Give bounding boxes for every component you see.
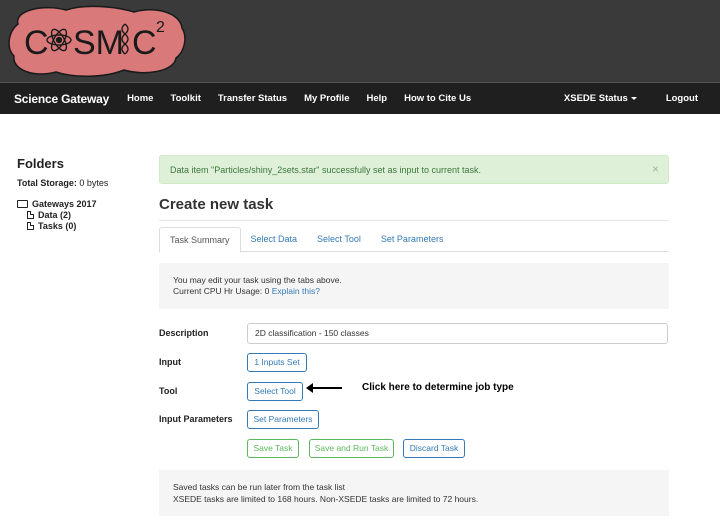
svg-text:SM: SM	[73, 24, 124, 62]
xsede-status-label: XSEDE Status	[563, 93, 628, 104]
tab-select-data[interactable]: Select Data	[241, 227, 308, 252]
cpu-usage-text: Current CPU Hr Usage: 0	[173, 286, 270, 296]
annotation-text: Click here to determine job type	[362, 382, 514, 393]
xsede-status-dropdown[interactable]: XSEDE Status	[564, 93, 637, 104]
task-limits-note: Saved tasks can be run later from the ta…	[159, 470, 669, 516]
set-parameters-button[interactable]: Set Parameters	[247, 410, 319, 429]
input-parameters-label: Input Parameters	[159, 414, 233, 424]
nav-my-profile[interactable]: My Profile	[304, 93, 349, 104]
storage-value: 0 bytes	[79, 178, 109, 188]
folder-tree: Gateways 2017 Data (2) Tasks (0)	[17, 198, 147, 231]
tab-set-parameters[interactable]: Set Parameters	[371, 227, 454, 252]
svg-text:2: 2	[156, 19, 165, 36]
info-well: You may edit your task using the tabs ab…	[159, 263, 669, 309]
folders-sidebar: Folders Total Storage: 0 bytes Gateways …	[17, 156, 147, 231]
svg-text:C: C	[132, 24, 157, 62]
folder-label: Gateways 2017	[32, 198, 97, 209]
page-title: Create new task	[159, 196, 274, 213]
caret-down-icon	[630, 96, 637, 100]
brand-link[interactable]: Science Gateway	[14, 92, 109, 106]
folder-item-data[interactable]: Data (2)	[17, 209, 147, 220]
nav-toolkit[interactable]: Toolkit	[170, 93, 200, 104]
logout-link[interactable]: Logout	[666, 93, 698, 104]
nav-home[interactable]: Home	[127, 93, 153, 104]
top-navbar: Science Gateway Home Toolkit Transfer St…	[0, 82, 720, 114]
select-tool-button[interactable]: Select Tool	[247, 382, 303, 401]
input-label: Input	[159, 357, 181, 367]
info-line-2: Current CPU Hr Usage: 0 Explain this?	[173, 286, 655, 297]
description-field[interactable]: 2D classification - 150 classes	[247, 323, 668, 344]
explain-this-link[interactable]: Explain this?	[272, 286, 320, 296]
discard-task-button[interactable]: Discard Task	[403, 439, 465, 458]
save-task-button[interactable]: Save Task	[247, 439, 299, 458]
folder-item-tasks[interactable]: Tasks (0)	[17, 220, 147, 231]
close-icon[interactable]: ×	[652, 162, 659, 176]
header-banner: C SM C 2	[0, 0, 720, 82]
description-label: Description	[159, 328, 209, 338]
folder-gateways-2017[interactable]: Gateways 2017	[17, 198, 147, 209]
tab-task-summary[interactable]: Task Summary	[159, 227, 241, 253]
nav-how-to-cite[interactable]: How to Cite Us	[404, 93, 471, 104]
note-line-1: Saved tasks can be run later from the ta…	[173, 482, 345, 492]
title-divider	[159, 220, 669, 221]
nav-help[interactable]: Help	[366, 93, 387, 104]
folder-item-label: Tasks (0)	[38, 220, 77, 231]
success-alert: Data item "Particles/shiny_2sets.star" s…	[159, 155, 669, 184]
annotation-callout: Click here to determine job type	[306, 382, 514, 393]
svg-text:C: C	[24, 24, 49, 62]
save-and-run-button[interactable]: Save and Run Task	[309, 439, 394, 458]
inputs-set-button[interactable]: 1 Inputs Set	[247, 353, 307, 372]
info-line-1: You may edit your task using the tabs ab…	[173, 275, 342, 285]
file-icon	[27, 210, 34, 219]
note-line-2: XSEDE tasks are limited to 168 hours. No…	[173, 494, 479, 504]
folders-title: Folders	[17, 156, 64, 171]
file-icon	[27, 221, 34, 230]
tab-select-tool[interactable]: Select Tool	[307, 227, 371, 252]
folder-item-label: Data (2)	[38, 209, 72, 220]
cosmic2-logo[interactable]: C SM C 2	[4, 2, 188, 80]
alert-message: Data item "Particles/shiny_2sets.star" s…	[170, 164, 482, 175]
task-tabs: Task Summary Select Data Select Tool Set…	[159, 227, 669, 253]
folder-open-icon	[17, 199, 28, 208]
tool-label: Tool	[159, 386, 178, 396]
storage-label: Total Storage:	[17, 178, 77, 188]
total-storage: Total Storage: 0 bytes	[17, 178, 147, 188]
arrow-left-icon	[306, 382, 342, 393]
nav-transfer-status[interactable]: Transfer Status	[218, 93, 287, 104]
